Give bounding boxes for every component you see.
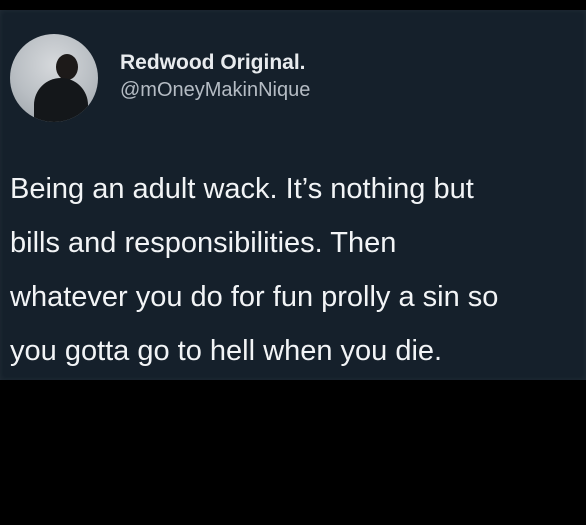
tweet-text-line: Being an adult wack. It’s nothing but (10, 173, 474, 205)
avatar-figure-body (34, 78, 88, 122)
tweet-text: Being an adult wack. It’s nothing but bi… (10, 162, 584, 378)
avatar[interactable] (10, 34, 98, 122)
author-handle[interactable]: @mOneyMakinNique (120, 77, 310, 103)
tweet-header: Redwood Original. @mOneyMakinNique (10, 34, 310, 122)
author-display-name[interactable]: Redwood Original. (120, 49, 310, 77)
author-info: Redwood Original. @mOneyMakinNique (120, 49, 310, 103)
tweet-card: Redwood Original. @mOneyMakinNique Being… (0, 10, 586, 380)
screenshot-page: Redwood Original. @mOneyMakinNique Being… (0, 0, 586, 525)
tweet-text-line: whatever you do for fun prolly a sin so (10, 281, 499, 313)
tweet-text-line: you gotta go to hell when you die. (10, 335, 443, 367)
avatar-figure-head (56, 54, 78, 80)
tweet-text-line: bills and responsibilities. Then (10, 227, 397, 259)
